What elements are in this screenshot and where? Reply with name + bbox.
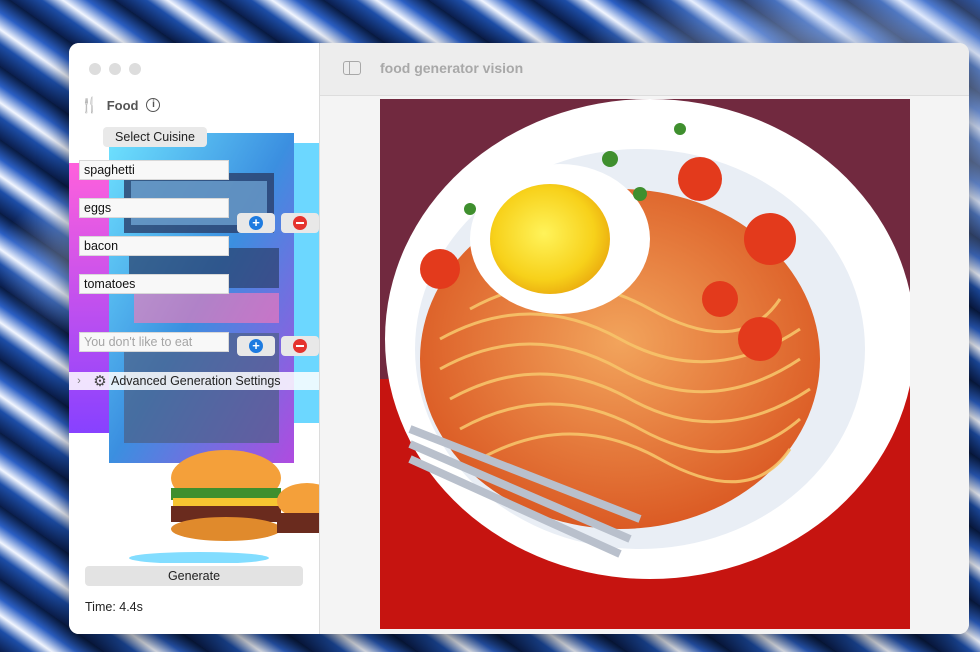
food-section-title: Food xyxy=(106,97,139,113)
minus-circle-icon xyxy=(293,339,307,353)
plus-circle-icon: + xyxy=(249,339,263,353)
ingredient-field-1[interactable] xyxy=(79,160,229,180)
add-dislike-button[interactable]: + xyxy=(237,336,275,356)
chevron-right-icon[interactable]: › xyxy=(69,375,89,387)
ingredient-field-2[interactable] xyxy=(79,198,229,218)
window-title: food generator vision xyxy=(380,60,524,76)
remove-dislike-button[interactable] xyxy=(281,336,319,356)
food-section-header: 🍴 Food i xyxy=(80,96,161,114)
generated-food-image xyxy=(380,99,910,629)
zoom-window-button[interactable] xyxy=(129,63,141,75)
generation-time: Time: 4.4s xyxy=(85,600,143,614)
ingredient-field-3[interactable] xyxy=(79,236,229,256)
toolbar: food generator vision xyxy=(320,43,969,96)
add-ingredient-button[interactable]: + xyxy=(237,213,275,233)
select-cuisine-button[interactable]: Select Cuisine xyxy=(103,127,207,147)
sidebar: 🍴 Food i Select Cuisine + + › ⚙ Advanced… xyxy=(69,43,320,634)
minus-circle-icon xyxy=(293,216,307,230)
dislike-field[interactable] xyxy=(79,332,229,352)
generate-button[interactable]: Generate xyxy=(85,566,303,586)
close-window-button[interactable] xyxy=(89,63,101,75)
ingredient-field-4[interactable] xyxy=(79,274,229,294)
advanced-settings-disclosure[interactable]: › ⚙ Advanced Generation Settings xyxy=(69,372,319,390)
content-area xyxy=(320,96,969,634)
fork-knife-icon: 🍴 xyxy=(80,97,99,114)
advanced-settings-label: Advanced Generation Settings xyxy=(111,374,281,388)
sidebar-toggle-icon[interactable] xyxy=(343,61,361,75)
info-icon[interactable]: i xyxy=(146,98,161,112)
gear-icon: ⚙ xyxy=(93,373,107,390)
minimize-window-button[interactable] xyxy=(109,63,121,75)
app-window: 🍴 Food i Select Cuisine + + › ⚙ Advanced… xyxy=(69,43,969,634)
plus-circle-icon: + xyxy=(249,216,263,230)
remove-ingredient-button[interactable] xyxy=(281,213,319,233)
